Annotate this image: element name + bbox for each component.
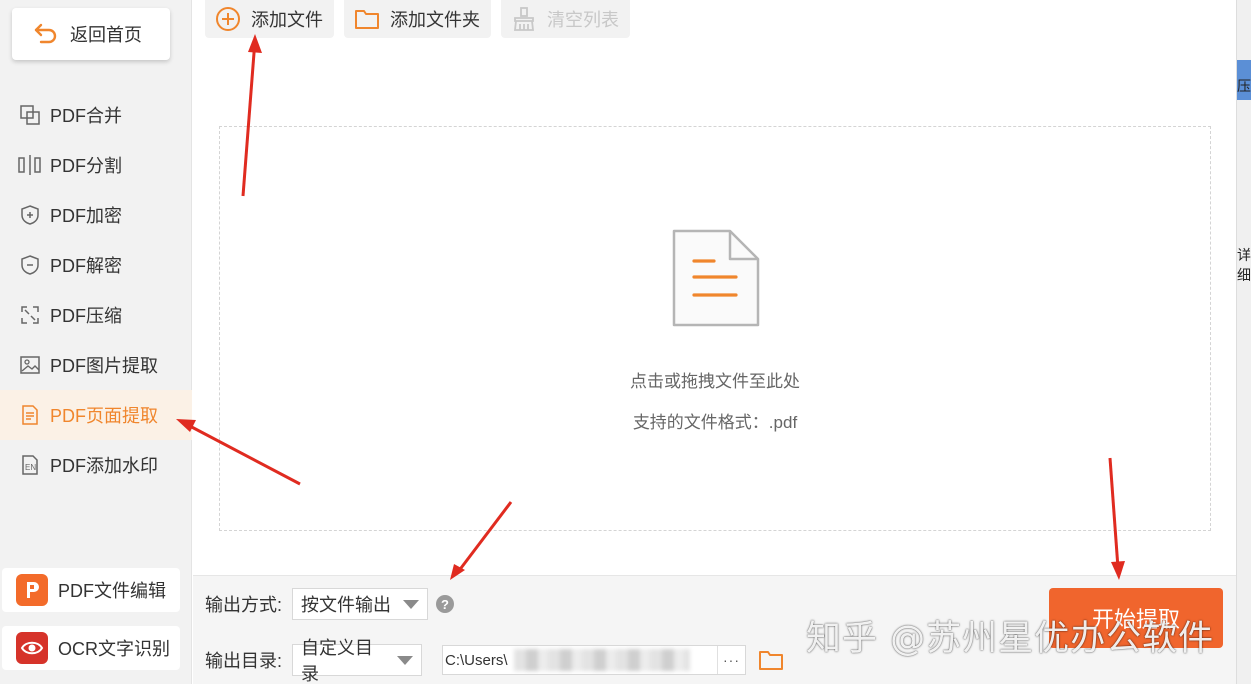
chevron-down-icon: [403, 599, 420, 609]
add-folder-button[interactable]: 添加文件夹: [344, 0, 491, 38]
ocr-eye-logo-icon: [16, 632, 48, 664]
ocr-card[interactable]: OCR文字识别: [2, 626, 180, 670]
output-mode-label: 输出方式:: [205, 595, 283, 615]
tool-nav: PDF合并 PDF分割 PDF加密 PDF解密 PDF压缩 PDF图片提取 PD…: [0, 90, 192, 490]
nav-item-label: PDF页面提取: [50, 406, 158, 426]
nav-item-pdf-encrypt[interactable]: PDF加密: [0, 190, 192, 240]
nav-item-pdf-watermark[interactable]: EN PDF添加水印: [0, 440, 192, 490]
output-dir-row: 输出目录: 自定义目录 C:\Users\ ···: [205, 638, 784, 684]
back-home-label: 返回首页: [70, 25, 142, 45]
watermark-icon: EN: [18, 453, 42, 477]
file-drop-zone[interactable]: 点击或拖拽文件至此处 支持的文件格式：.pdf: [219, 126, 1211, 531]
merge-icon: [18, 103, 42, 127]
nav-item-label: PDF压缩: [50, 306, 122, 326]
nav-item-label: PDF合并: [50, 106, 122, 126]
nav-item-label: PDF分割: [50, 156, 122, 176]
nav-item-label: PDF添加水印: [50, 456, 158, 476]
chevron-down-icon: [397, 655, 414, 665]
plus-circle-icon: [215, 6, 241, 32]
nav-item-label: PDF图片提取: [50, 356, 158, 376]
output-mode-row: 输出方式: 按文件输出 ?: [205, 588, 455, 620]
pdf-editor-logo-icon: [16, 574, 48, 606]
nav-item-pdf-merge[interactable]: PDF合并: [0, 90, 192, 140]
adjacent-window-text: 压: [1237, 78, 1251, 94]
nav-item-label: PDF加密: [50, 206, 122, 226]
back-arrow-icon: [32, 20, 60, 48]
document-icon: [672, 229, 760, 327]
output-dir-label: 输出目录:: [205, 651, 283, 671]
nav-item-pdf-image-extract[interactable]: PDF图片提取: [0, 340, 192, 390]
browse-path-button[interactable]: ···: [717, 646, 745, 674]
svg-text:EN: EN: [25, 463, 36, 472]
shield-plus-icon: [18, 203, 42, 227]
add-folder-label: 添加文件夹: [390, 10, 480, 30]
output-dir-select[interactable]: 自定义目录: [292, 638, 423, 684]
output-path-field[interactable]: C:\Users\ ···: [442, 645, 747, 675]
open-folder-icon[interactable]: [758, 648, 784, 672]
pdf-editor-card[interactable]: PDF文件编辑: [2, 568, 180, 612]
drop-hint-text: 点击或拖拽文件至此处: [630, 372, 800, 391]
broom-icon: [511, 6, 537, 32]
add-file-button[interactable]: 添加文件: [205, 0, 334, 38]
nav-item-label: PDF解密: [50, 256, 122, 276]
nav-item-pdf-decrypt[interactable]: PDF解密: [0, 240, 192, 290]
image-icon: [18, 353, 42, 377]
add-file-label: 添加文件: [251, 10, 323, 30]
output-mode-value: 按文件输出: [301, 595, 392, 615]
nav-item-pdf-compress[interactable]: PDF压缩: [0, 290, 192, 340]
supported-formats-text: 支持的文件格式：.pdf: [632, 413, 798, 432]
shield-minus-icon: [18, 253, 42, 277]
page-icon: [18, 403, 42, 427]
nav-item-pdf-split[interactable]: PDF分割: [0, 140, 192, 190]
sidebar: 返回首页 PDF合并 PDF分割 PDF加密 PDF解密 PDF压缩 PDF图片…: [0, 0, 192, 684]
back-home-button[interactable]: 返回首页: [12, 8, 170, 60]
help-icon[interactable]: ?: [436, 595, 455, 613]
pdf-editor-label: PDF文件编辑: [58, 581, 166, 601]
nav-item-pdf-page-extract[interactable]: PDF页面提取: [0, 390, 192, 440]
adjacent-window-strip: 压 详细: [1236, 0, 1251, 684]
app-window: 返回首页 PDF合并 PDF分割 PDF加密 PDF解密 PDF压缩 PDF图片…: [0, 0, 1251, 684]
folder-icon: [354, 6, 380, 32]
output-mode-select[interactable]: 按文件输出: [292, 588, 429, 620]
clear-list-button[interactable]: 清空列表: [501, 0, 630, 38]
ocr-label: OCR文字识别: [58, 639, 170, 659]
split-icon: [18, 153, 42, 177]
toolbar: 添加文件 添加文件夹 清空列表: [205, 0, 630, 38]
clear-list-label: 清空列表: [547, 10, 619, 30]
compress-icon: [18, 303, 42, 327]
output-dir-value: 自定义目录: [301, 638, 374, 684]
adjacent-window-text: 详细: [1237, 247, 1251, 283]
zhihu-watermark: 知乎 @苏州星优办公软件: [806, 619, 1215, 659]
output-path-value: C:\Users\: [445, 651, 508, 669]
redacted-path-blur: [513, 649, 690, 671]
